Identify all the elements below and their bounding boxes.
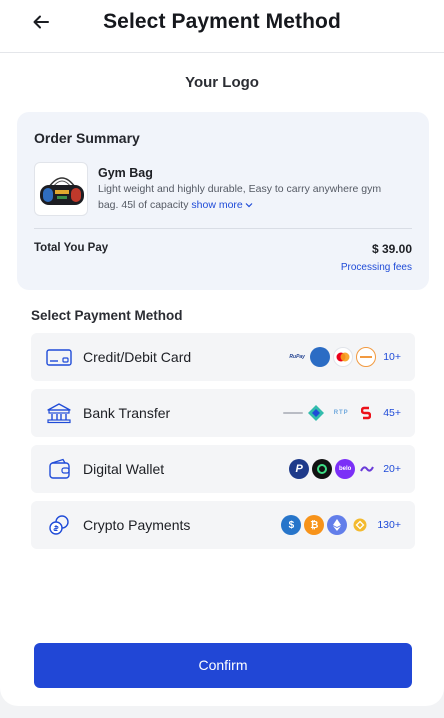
bank-icon (47, 403, 71, 424)
order-summary-title: Order Summary (34, 130, 140, 146)
eclear-logo (283, 409, 304, 417)
bnb-logo (350, 515, 370, 535)
method-label: Digital Wallet (83, 461, 165, 477)
brand-logo: Your Logo (185, 74, 259, 91)
show-more-label: show more (191, 198, 243, 211)
wallet-green-logo (312, 459, 333, 479)
wave-logo (358, 459, 376, 479)
bitcoin-logo: ₿ (304, 515, 325, 535)
chevron-down-icon (245, 202, 253, 207)
product-name: Gym Bag (98, 166, 153, 180)
method-logos: P belo 20+ (289, 457, 401, 481)
method-crypto[interactable]: Crypto Payments $ ₿ 130+ (31, 501, 415, 549)
discover-logo (356, 347, 377, 367)
rtp-logo: RTP (333, 410, 349, 416)
total-amount: $ 39.00 (371, 242, 412, 256)
order-summary-card: Order Summary Gym Bag Light weight and h… (17, 112, 429, 290)
more-count: 45+ (383, 407, 401, 419)
show-more-link[interactable]: show more (191, 198, 253, 211)
method-bank-transfer[interactable]: Bank Transfer RTP 45+ (31, 389, 415, 437)
amex-logo (310, 347, 331, 367)
mastercard-logo (333, 347, 354, 367)
method-label: Credit/Debit Card (83, 349, 192, 365)
method-logos: $ ₿ 130+ (281, 513, 401, 537)
belo-logo: belo (335, 459, 356, 479)
payment-screen: Select Payment Method Your Logo Order Su… (0, 0, 444, 706)
total-label: Total You Pay (34, 242, 109, 254)
processing-fees-link[interactable]: Processing fees (341, 262, 412, 273)
rupay-logo: RuPay (289, 354, 305, 360)
pix-logo (306, 403, 326, 423)
wallet-icon (49, 458, 70, 479)
product-image (34, 162, 88, 216)
method-label: Crypto Payments (83, 517, 191, 533)
more-count: 130+ (377, 519, 401, 531)
summary-divider (34, 228, 412, 229)
usdc-logo: $ (281, 515, 302, 535)
scotiabank-logo (356, 403, 376, 423)
top-bar: Select Payment Method (0, 0, 444, 53)
crypto-coins-icon (49, 515, 69, 535)
more-count: 10+ (383, 351, 401, 363)
payment-section-title: Select Payment Method (31, 308, 183, 323)
method-logos: RuPay 10+ (287, 345, 401, 369)
method-credit-card[interactable]: Credit/Debit Card RuPay 10+ (31, 333, 415, 381)
ethereum-logo (327, 515, 348, 535)
method-digital-wallet[interactable]: Digital Wallet P belo 20+ (31, 445, 415, 493)
more-count: 20+ (383, 463, 401, 475)
method-logos: RTP 45+ (283, 401, 401, 425)
product-description: Light weight and highly durable, Easy to… (98, 182, 398, 213)
credit-card-icon (46, 349, 72, 366)
page-title: Select Payment Method (103, 10, 341, 33)
confirm-button[interactable]: Confirm (34, 643, 412, 688)
method-label: Bank Transfer (83, 405, 171, 421)
paypal-logo: P (289, 459, 310, 479)
